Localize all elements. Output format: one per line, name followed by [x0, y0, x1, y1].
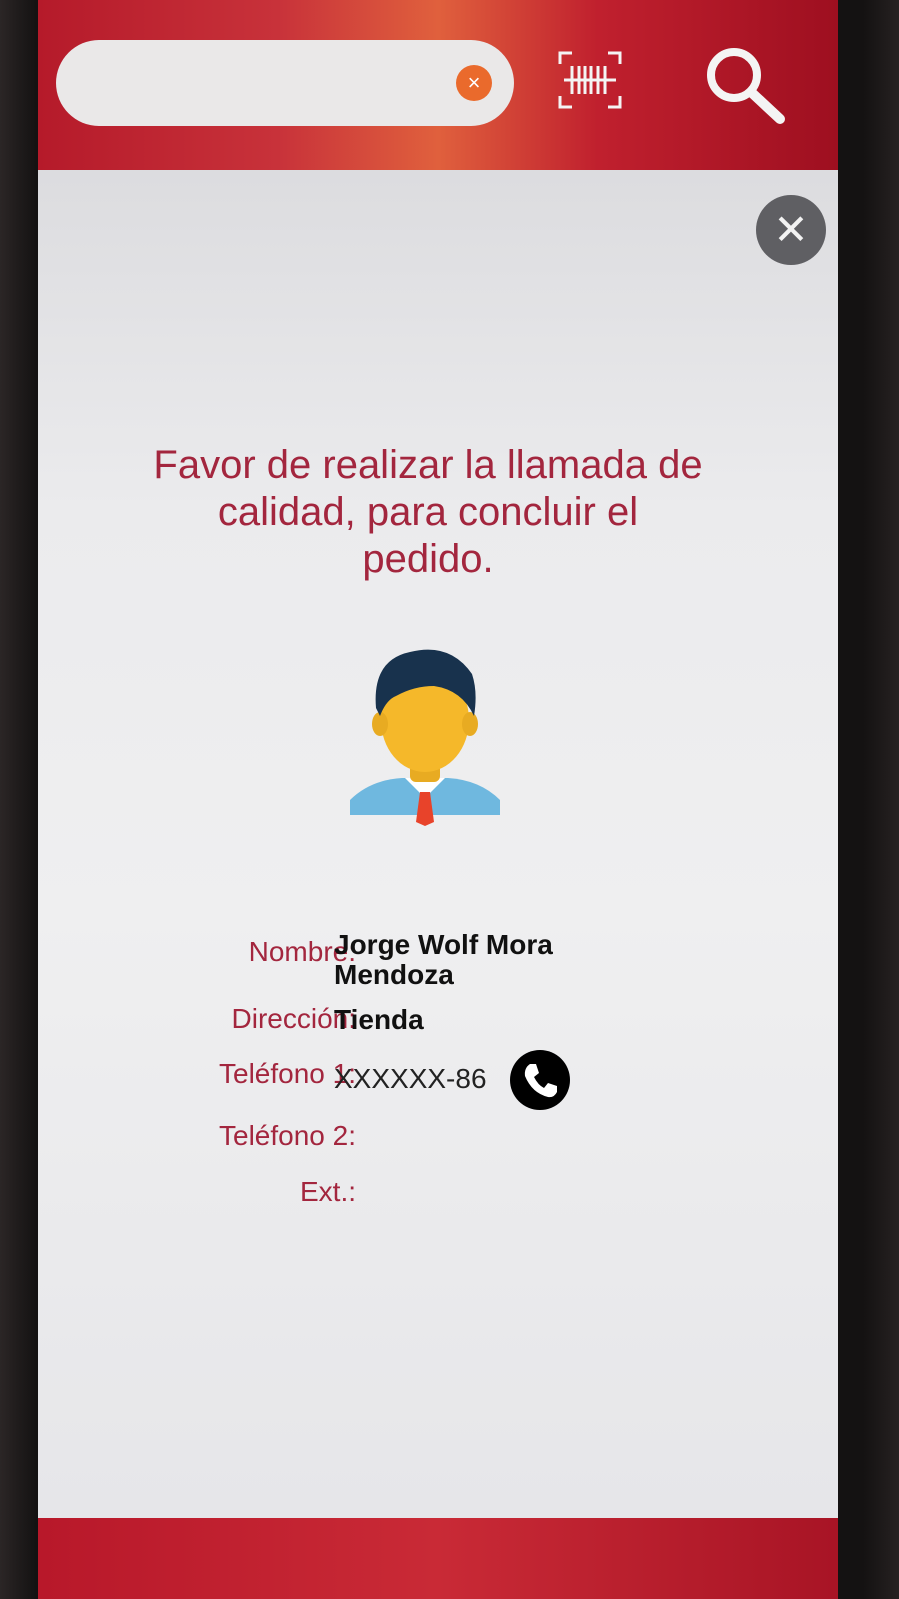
search-input-wrapper: × [56, 40, 514, 126]
person-avatar-icon [350, 640, 500, 830]
app-screen: × ✕ Favor de realizar la llamada de cali… [38, 0, 838, 1599]
dialog-message: Favor de realizar la llamada de calidad,… [153, 443, 703, 581]
phone1-value: XXXXXX-86 [334, 1063, 487, 1094]
top-bar: × [38, 0, 838, 170]
search-icon[interactable] [700, 42, 790, 128]
phone2-label: Teléfono 2: [219, 1120, 356, 1151]
barcode-scan-icon[interactable] [558, 50, 622, 110]
clear-search-icon[interactable]: × [456, 65, 492, 101]
address-value: Tienda [334, 1004, 424, 1035]
device-frame: × ✕ Favor de realizar la llamada de cali… [0, 0, 899, 1599]
dialog-panel [38, 170, 838, 1520]
close-icon[interactable]: ✕ [756, 195, 826, 265]
bottom-bar [38, 1518, 838, 1599]
ext-label: Ext.: [299, 1176, 356, 1207]
phone-icon[interactable] [510, 1050, 570, 1110]
name-value: Jorge Wolf Mora Mendoza [334, 929, 553, 990]
